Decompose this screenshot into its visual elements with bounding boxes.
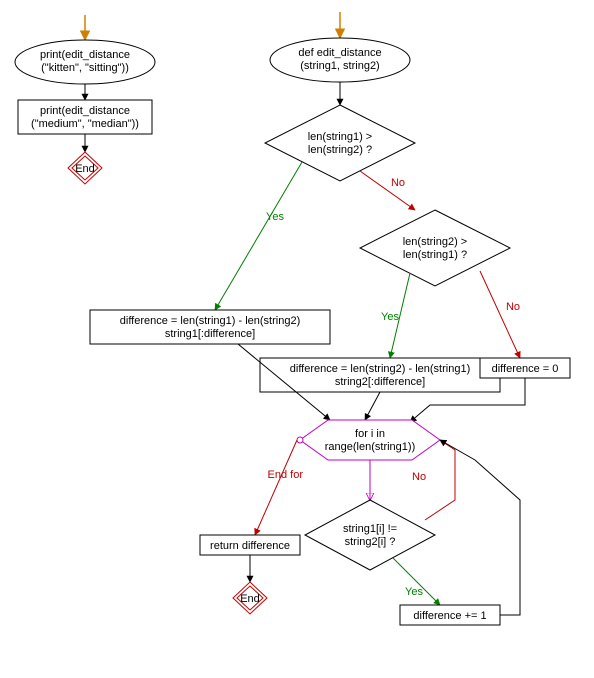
main-subchart: print(edit_distance ("kitten", "sitting"… [15,15,155,184]
node-pInc-text: difference += 1 [413,610,486,622]
node-c3-l2: string2[i] ? [345,536,396,548]
node-fend-text: End [240,593,260,605]
label-c1-yes: Yes [266,211,284,223]
edge-c2-no [480,271,520,358]
edge-loop-endfor [255,440,297,535]
label-loop-endfor: End for [268,469,304,481]
edge-c1-no [360,171,415,210]
node-loop-l2: range(len(string1)) [325,441,415,453]
node-c3-l1: string1[i] != [343,523,397,535]
node-m1-text-l1: print(edit_distance [40,49,130,61]
edge-c3-no [425,440,455,520]
node-c1 [265,105,415,181]
node-c3 [305,500,435,570]
label-c1-no: No [391,177,405,189]
label-c3-yes: Yes [405,586,423,598]
node-pA-l2: string1[:difference] [165,328,255,340]
node-pC-text: difference = 0 [492,363,559,375]
node-pRet-text: return difference [210,540,290,552]
node-m1-text-l2: ("kitten", "sitting")) [41,62,129,74]
edge-c1-yes [215,162,302,310]
node-f0-l1: def edit_distance [298,47,381,59]
edge-pB-loop [365,392,380,420]
label-c2-yes: Yes [381,311,399,323]
node-c2-l1: len(string2) > [403,236,468,248]
edge-pInc-loop [440,440,520,615]
label-c2-no: No [506,301,520,313]
label-c3-no: No [412,471,426,483]
node-pA-l1: difference = len(string1) - len(string2) [120,315,300,327]
node-f0-l2: (string1, string2) [300,60,379,72]
node-m2-text-l1: print(edit_distance [40,105,130,117]
node-mend-text: End [75,163,95,175]
node-pB-l1: difference = len(string2) - len(string1) [290,363,470,375]
node-loop [300,420,440,460]
loop-exit-port [297,437,303,443]
node-c2-l2: len(string1) ? [403,249,467,261]
flowchart-canvas: print(edit_distance ("kitten", "sitting"… [0,0,594,678]
node-mend: End [68,152,102,184]
node-pB-l2: string2[:difference] [335,376,425,388]
node-c1-l1: len(string1) > [308,131,373,143]
node-c2 [360,210,510,286]
node-fend: End [233,582,267,614]
node-c1-l2: len(string2) ? [308,144,372,156]
node-loop-l1: for i in [355,428,385,440]
node-m2-text-l2: ("medium", "median")) [31,118,139,130]
func-subchart: def edit_distance (string1, string2) len… [90,12,570,625]
